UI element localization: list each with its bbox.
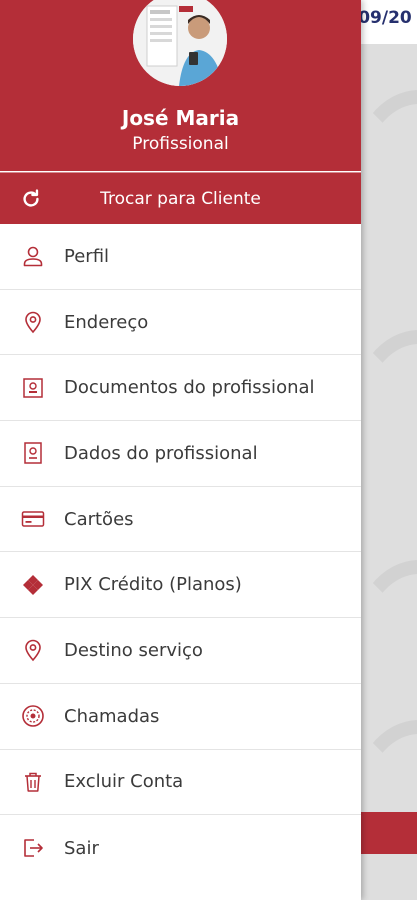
user-name: José Maria bbox=[121, 106, 240, 130]
id-card-icon bbox=[20, 440, 46, 466]
menu-item-label: PIX Crédito (Planos) bbox=[64, 574, 242, 596]
menu-item-label: Excluir Conta bbox=[64, 771, 184, 793]
menu-item-sair[interactable]: Sair bbox=[0, 815, 361, 881]
user-icon bbox=[20, 243, 46, 269]
menu-item-chamadas[interactable]: Chamadas bbox=[0, 684, 361, 750]
location-pin-icon bbox=[20, 309, 46, 335]
drawer-menu: Perfil Endereço Documentos do profission… bbox=[0, 224, 361, 881]
menu-item-endereco[interactable]: Endereço bbox=[0, 290, 361, 356]
drawer-header: José Maria Profissional bbox=[0, 0, 361, 171]
calls-icon bbox=[20, 703, 46, 729]
avatar[interactable] bbox=[133, 0, 227, 86]
menu-item-perfil[interactable]: Perfil bbox=[0, 224, 361, 290]
avatar-image bbox=[133, 0, 227, 86]
switch-to-client-button[interactable]: Trocar para Cliente bbox=[0, 172, 361, 224]
pix-icon bbox=[20, 572, 46, 598]
menu-item-label: Documentos do profissional bbox=[64, 377, 315, 399]
menu-item-destino[interactable]: Destino serviço bbox=[0, 618, 361, 684]
logout-icon bbox=[20, 835, 46, 861]
menu-item-excluir-conta[interactable]: Excluir Conta bbox=[0, 750, 361, 816]
menu-item-documentos[interactable]: Documentos do profissional bbox=[0, 355, 361, 422]
menu-item-cartoes[interactable]: Cartões bbox=[0, 487, 361, 553]
menu-item-dados[interactable]: Dados do profissional bbox=[0, 421, 361, 487]
menu-item-label: Destino serviço bbox=[64, 639, 203, 661]
document-icon bbox=[20, 375, 46, 401]
refresh-icon bbox=[23, 189, 39, 207]
menu-item-label: Cartões bbox=[64, 508, 134, 530]
trash-icon bbox=[20, 769, 46, 795]
location-pin-icon bbox=[20, 637, 46, 663]
menu-item-pix[interactable]: PIX Crédito (Planos) bbox=[0, 552, 361, 619]
menu-item-label: Sair bbox=[64, 837, 99, 859]
menu-item-label: Dados do profissional bbox=[64, 442, 258, 464]
navigation-drawer: José Maria Profissional Trocar para Clie… bbox=[0, 0, 361, 900]
credit-card-icon bbox=[20, 506, 46, 532]
menu-item-label: Chamadas bbox=[64, 705, 160, 727]
menu-item-label: Perfil bbox=[64, 245, 110, 267]
user-role: Profissional bbox=[132, 134, 229, 154]
switch-label: Trocar para Cliente bbox=[100, 188, 261, 209]
menu-item-label: Endereço bbox=[64, 311, 149, 333]
